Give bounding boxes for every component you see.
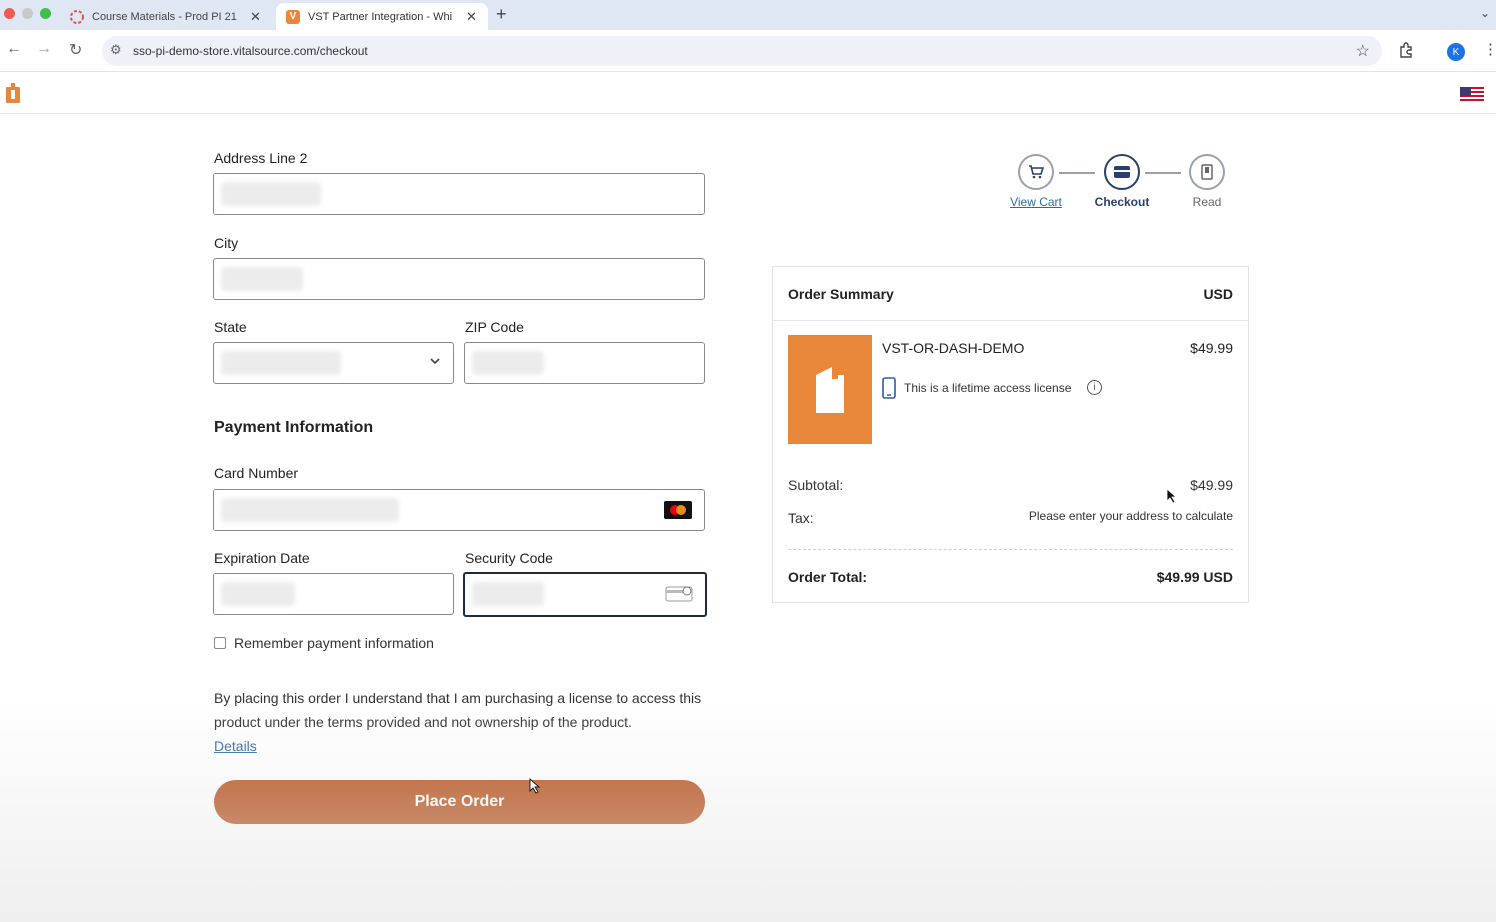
product-name: VST-OR-DASH-DEMO bbox=[882, 340, 1025, 356]
license-text: This is a lifetime access license bbox=[904, 381, 1072, 395]
step-checkout-label: Checkout bbox=[1094, 195, 1150, 209]
card-number-input[interactable] bbox=[213, 489, 705, 531]
terms-text: By placing this order I understand that … bbox=[214, 690, 702, 730]
step-checkout bbox=[1104, 154, 1140, 190]
tab-vst-partner-integration[interactable]: V VST Partner Integration - Whi ✕ bbox=[276, 3, 488, 30]
order-summary-header: Order Summary USD bbox=[773, 267, 1248, 321]
subtotal-value: $49.99 bbox=[1190, 477, 1233, 493]
step-read-label: Read bbox=[1192, 195, 1222, 209]
site-settings-icon[interactable]: ⚙ bbox=[110, 42, 122, 58]
remember-payment-checkbox[interactable] bbox=[214, 637, 226, 649]
step-view-cart[interactable] bbox=[1018, 154, 1054, 190]
subtotal-label: Subtotal: bbox=[788, 477, 844, 493]
product-thumbnail bbox=[788, 335, 872, 444]
step-read bbox=[1189, 154, 1225, 190]
device-icon bbox=[882, 377, 896, 399]
cart-icon bbox=[1029, 165, 1044, 179]
summary-divider bbox=[788, 549, 1233, 550]
security-code-label: Security Code bbox=[465, 550, 553, 566]
state-select[interactable] bbox=[213, 342, 454, 384]
payment-information-heading: Payment Information bbox=[214, 419, 374, 436]
browser-tab-bar: Course Materials - Prod PI 21 ✕ V VST Pa… bbox=[0, 0, 1496, 30]
city-input[interactable] bbox=[213, 258, 705, 300]
tab-search-chevron-icon[interactable]: ⌄ bbox=[1480, 6, 1490, 20]
book-icon bbox=[1201, 164, 1213, 180]
tab-title: VST Partner Integration - Whi bbox=[308, 10, 453, 23]
vitalsource-logo-icon[interactable] bbox=[6, 83, 20, 103]
product-price: $49.99 bbox=[1190, 340, 1233, 356]
step-view-cart-label[interactable]: View Cart bbox=[996, 195, 1076, 209]
order-summary-panel: Order Summary USD VST-OR-DASH-DEMO $49.9… bbox=[772, 266, 1249, 603]
mouse-cursor-icon bbox=[1166, 488, 1178, 504]
tab-close-icon[interactable]: ✕ bbox=[466, 9, 477, 25]
city-label: City bbox=[214, 235, 239, 251]
us-flag-icon[interactable] bbox=[1460, 87, 1484, 103]
redacted-value bbox=[221, 267, 303, 291]
book-cover-icon bbox=[816, 367, 844, 413]
redacted-value bbox=[221, 582, 295, 606]
address-bar[interactable]: ⚙ sso-pi-demo-store.vitalsource.com/chec… bbox=[102, 36, 1382, 66]
state-label: State bbox=[214, 319, 247, 335]
security-code-input[interactable] bbox=[463, 572, 707, 617]
info-icon[interactable]: i bbox=[1087, 380, 1102, 395]
browser-menu-icon[interactable]: ⋮ bbox=[1483, 40, 1496, 58]
browser-toolbar: ← → ↻ ⚙ sso-pi-demo-store.vitalsource.co… bbox=[0, 30, 1496, 72]
site-header bbox=[0, 73, 1496, 114]
reload-icon[interactable]: ↻ bbox=[69, 40, 82, 60]
order-total-value: $49.99 USD bbox=[1156, 569, 1233, 585]
new-tab-icon[interactable]: + bbox=[496, 4, 507, 25]
tax-value: Please enter your address to calculate bbox=[1028, 509, 1233, 523]
zip-code-input[interactable] bbox=[464, 342, 705, 384]
vitalsource-favicon-icon: V bbox=[286, 9, 300, 24]
tab-close-icon[interactable]: ✕ bbox=[250, 9, 261, 25]
redacted-value bbox=[472, 582, 544, 606]
back-arrow-icon[interactable]: ← bbox=[6, 40, 22, 58]
course-materials-favicon-icon bbox=[70, 9, 84, 24]
stepper-connector bbox=[1059, 172, 1095, 174]
stepper-connector bbox=[1145, 172, 1181, 174]
extensions-puzzle-icon[interactable] bbox=[1398, 41, 1416, 59]
redacted-value bbox=[221, 351, 341, 375]
address-line-2-label: Address Line 2 bbox=[214, 150, 308, 166]
url-text: sso-pi-demo-store.vitalsource.com/checko… bbox=[133, 44, 368, 58]
forward-arrow-icon[interactable]: → bbox=[36, 40, 52, 58]
place-order-button[interactable]: Place Order bbox=[214, 780, 705, 824]
window-zoom-button[interactable] bbox=[40, 8, 51, 19]
chevron-down-icon bbox=[430, 358, 440, 365]
mastercard-icon bbox=[664, 501, 692, 519]
currency-label: USD bbox=[1203, 286, 1233, 302]
details-link[interactable]: Details bbox=[214, 734, 257, 758]
expiration-date-input[interactable] bbox=[213, 573, 454, 615]
card-security-code-icon bbox=[665, 586, 693, 602]
tax-label: Tax: bbox=[788, 510, 814, 526]
window-minimize-button[interactable] bbox=[22, 8, 33, 19]
credit-card-icon bbox=[1114, 166, 1130, 178]
tab-course-materials[interactable]: Course Materials - Prod PI 21 ✕ bbox=[60, 3, 275, 30]
zip-code-label: ZIP Code bbox=[465, 319, 524, 335]
profile-avatar[interactable]: K bbox=[1447, 43, 1465, 61]
remember-payment-label[interactable]: Remember payment information bbox=[234, 635, 434, 651]
mouse-cursor-icon bbox=[529, 778, 541, 794]
order-summary-title: Order Summary bbox=[788, 286, 894, 302]
tab-title: Course Materials - Prod PI 21 bbox=[92, 10, 237, 23]
redacted-value bbox=[221, 498, 399, 522]
bookmark-star-icon[interactable]: ☆ bbox=[1356, 41, 1370, 61]
redacted-value bbox=[221, 182, 321, 206]
window-close-button[interactable] bbox=[4, 8, 15, 19]
order-total-label: Order Total: bbox=[788, 569, 868, 585]
redacted-value bbox=[472, 351, 544, 375]
card-number-label: Card Number bbox=[214, 465, 299, 481]
address-line-2-input[interactable] bbox=[213, 173, 705, 215]
expiration-date-label: Expiration Date bbox=[214, 550, 310, 566]
